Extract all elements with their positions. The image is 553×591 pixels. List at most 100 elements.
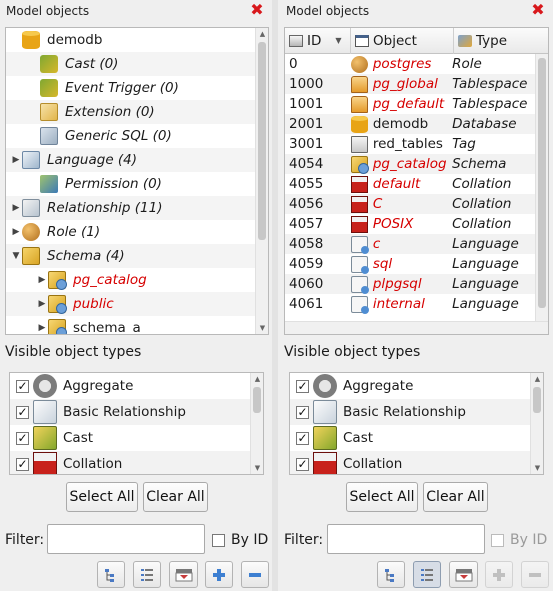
checkbox-box[interactable] (491, 533, 504, 547)
visible-types-list[interactable]: ✓ Aggregate ✓ Basic Relationship ✓ Cast ✓ Colla… (9, 372, 264, 475)
object-type-item[interactable]: ✓ Basic Relationship (10, 399, 251, 425)
tree-item[interactable]: Event Trigger (0) (6, 76, 257, 100)
expand-arrow-icon[interactable]: ▶ (10, 155, 22, 165)
table-row[interactable]: 2001 demodb Database (285, 114, 535, 134)
table-row[interactable]: 0 postgres Role (285, 54, 535, 74)
scrollbar-thumb[interactable] (253, 387, 261, 413)
table-row[interactable]: 4060 plpgsql Language (285, 274, 535, 294)
object-type-checkbox[interactable]: ✓ (16, 431, 29, 445)
expand-arrow-icon[interactable]: ▶ (10, 203, 22, 213)
select-all-button[interactable]: Select All (66, 482, 138, 512)
filter-options-button[interactable] (169, 561, 198, 588)
tree-item[interactable]: ▶ Language (4) (6, 148, 257, 172)
table-row[interactable]: 3001 red_tables Tag (285, 134, 535, 154)
expand-arrow-icon[interactable]: ▶ (10, 227, 22, 237)
object-type-item[interactable]: ✓ Collation (290, 451, 531, 474)
scroll-down-icon[interactable]: ▼ (531, 462, 543, 474)
tree-item-label: Permission (0) (65, 176, 162, 192)
close-icon[interactable]: ✖ (530, 2, 546, 18)
cell-type: Tablespace (452, 76, 528, 92)
scroll-up-icon[interactable]: ▲ (251, 373, 263, 385)
tree-item[interactable]: ▶ Role (1) (6, 220, 257, 244)
types-vertical-scrollbar[interactable]: ▲ ▼ (530, 373, 543, 474)
filter-input[interactable] (47, 524, 205, 554)
filter-options-button[interactable] (449, 561, 478, 588)
clear-all-button[interactable]: Clear All (423, 482, 488, 512)
table-row[interactable]: 1000 pg_global Tablespace (285, 74, 535, 94)
object-type-checkbox[interactable]: ✓ (296, 457, 309, 471)
column-header-object[interactable]: Object (351, 28, 454, 54)
scroll-up-icon[interactable]: ▲ (531, 373, 543, 385)
list-view-button[interactable] (413, 561, 441, 588)
object-type-checkbox[interactable]: ✓ (296, 431, 309, 445)
scroll-up-icon[interactable]: ▲ (256, 28, 268, 40)
database-icon (350, 115, 368, 133)
table-row[interactable]: 1001 pg_default Tablespace (285, 94, 535, 114)
object-type-item[interactable]: ✓ Basic Relationship (290, 399, 531, 425)
column-header-id[interactable]: ID ▼ (285, 28, 351, 54)
types-vertical-scrollbar[interactable]: ▲ ▼ (250, 373, 263, 474)
tree-item[interactable]: Cast (0) (6, 52, 257, 76)
tree-vertical-scrollbar[interactable]: ▲ ▼ (255, 28, 268, 334)
table-horizontal-scrollbar[interactable] (285, 321, 548, 334)
tree-item[interactable]: ▶ Relationship (11) (6, 196, 257, 220)
collapse-all-button[interactable] (241, 561, 269, 588)
scroll-down-icon[interactable]: ▼ (256, 322, 268, 334)
object-type-checkbox[interactable]: ✓ (16, 379, 29, 393)
expand-arrow-icon[interactable]: ▶ (36, 323, 48, 333)
tree-item[interactable]: Extension (0) (6, 100, 257, 124)
object-type-item[interactable]: ✓ Cast (10, 425, 251, 451)
select-all-button[interactable]: Select All (346, 482, 418, 512)
object-type-item[interactable]: ✓ Aggregate (10, 373, 251, 399)
collapse-arrow-icon[interactable]: ▼ (10, 251, 22, 261)
object-type-item[interactable]: ✓ Cast (290, 425, 531, 451)
panel-title: Model objects (286, 4, 370, 18)
filter-input[interactable] (327, 524, 485, 554)
column-header-type[interactable]: Type (454, 28, 544, 54)
object-table[interactable]: ID ▼ Object Type 0 postgres Role 1000 pg_glo… (284, 27, 549, 335)
table-row[interactable]: 4056 C Collation (285, 194, 535, 214)
scrollbar-thumb[interactable] (533, 387, 541, 413)
object-type-item[interactable]: ✓ Aggregate (290, 373, 531, 399)
panel-splitter[interactable] (272, 0, 278, 591)
object-type-checkbox[interactable]: ✓ (296, 379, 309, 393)
object-tree[interactable]: demodb Cast (0) Event Trigger (0) Extension… (5, 27, 269, 335)
table-row[interactable]: 4055 default Collation (285, 174, 535, 194)
by-id-checkbox[interactable]: By ID (491, 532, 547, 548)
tree-item[interactable]: Generic SQL (0) (6, 124, 257, 148)
checkbox-box[interactable] (212, 533, 225, 547)
object-type-checkbox[interactable]: ✓ (16, 405, 29, 419)
scrollbar-thumb[interactable] (538, 58, 546, 308)
expand-all-button[interactable] (205, 561, 233, 588)
close-icon[interactable]: ✖ (249, 2, 265, 18)
list-view-button[interactable] (133, 561, 161, 588)
collapse-all-button[interactable] (521, 561, 549, 588)
tree-item[interactable]: ▶ public (6, 292, 257, 316)
tree-item[interactable]: ▶ schema_a (6, 316, 257, 334)
object-type-item[interactable]: ✓ Collation (10, 451, 251, 474)
scroll-down-icon[interactable]: ▼ (251, 462, 263, 474)
tree-item[interactable]: ▶ pg_catalog (6, 268, 257, 292)
expand-arrow-icon[interactable]: ▶ (36, 299, 48, 309)
clear-all-button[interactable]: Clear All (143, 482, 208, 512)
table-vertical-scrollbar[interactable] (535, 54, 548, 322)
by-id-checkbox[interactable]: By ID (212, 532, 268, 548)
table-row[interactable]: 4058 c Language (285, 234, 535, 254)
expand-all-button[interactable] (485, 561, 513, 588)
scrollbar-thumb[interactable] (258, 42, 266, 240)
tree-item[interactable]: demodb (6, 28, 257, 52)
table-row[interactable]: 4054 pg_catalog Schema (285, 154, 535, 174)
table-row[interactable]: 4059 sql Language (285, 254, 535, 274)
expand-arrow-icon[interactable]: ▶ (36, 275, 48, 285)
tree-view-button[interactable] (377, 561, 405, 588)
table-row[interactable]: 4061 internal Language (285, 294, 535, 314)
object-name: C (372, 196, 383, 212)
object-type-checkbox[interactable]: ✓ (296, 405, 309, 419)
table-row[interactable]: 4057 POSIX Collation (285, 214, 535, 234)
language-icon (350, 235, 369, 254)
tree-item[interactable]: Permission (0) (6, 172, 257, 196)
tree-view-button[interactable] (97, 561, 125, 588)
tree-item[interactable]: ▼ Schema (4) (6, 244, 257, 268)
object-type-checkbox[interactable]: ✓ (16, 457, 29, 471)
visible-types-list[interactable]: ✓ Aggregate ✓ Basic Relationship ✓ Cast ✓ Colla… (289, 372, 544, 475)
